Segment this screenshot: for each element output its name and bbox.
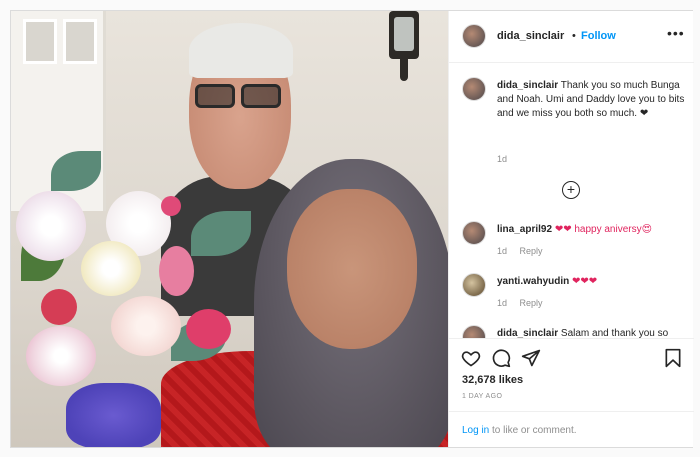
separator-dot: •: [572, 30, 576, 42]
photo-lamp: [381, 11, 427, 83]
bookmark-icon[interactable]: [663, 348, 683, 368]
caption-avatar[interactable]: [462, 77, 486, 101]
comment-username[interactable]: lina_april92: [497, 224, 552, 235]
login-prompt: Log in to like or comment.: [449, 411, 694, 449]
comment-username[interactable]: dida_sinclair: [497, 328, 558, 338]
comment-icon[interactable]: [491, 348, 511, 368]
list-item: lina_april92 ❤❤ happy aniversy😍 1d Reply: [462, 221, 687, 261]
author-avatar[interactable]: [462, 24, 486, 48]
post-frame: dida_sinclair • Follow ••• dida_sinclair…: [10, 10, 694, 448]
list-item: dida_sinclair Salam and thank you so muc…: [462, 325, 687, 338]
more-options-icon[interactable]: •••: [667, 25, 685, 41]
load-more-icon[interactable]: +: [562, 181, 580, 199]
list-item: yanti.wahyudin ❤❤❤ 1d Reply: [462, 273, 687, 313]
post-sidebar: dida_sinclair • Follow ••• dida_sinclair…: [448, 11, 694, 448]
comment-text: ❤❤ happy aniversy😍: [554, 224, 653, 235]
heart-icon[interactable]: [461, 348, 481, 368]
comment-time: 1d: [497, 246, 508, 256]
post-photo[interactable]: [11, 11, 448, 447]
likes-count[interactable]: 32,678 likes: [462, 374, 523, 386]
commenter-avatar[interactable]: [462, 273, 486, 297]
share-icon[interactable]: [521, 348, 541, 368]
comment-text: ❤❤❤: [572, 276, 598, 287]
reply-button[interactable]: Reply: [520, 246, 543, 256]
commenter-avatar[interactable]: [462, 221, 486, 245]
photo-bouquet: [11, 151, 311, 447]
author-username[interactable]: dida_sinclair: [497, 30, 564, 42]
caption: dida_sinclair Thank you so much Bunga an…: [462, 77, 687, 164]
login-suffix: to like or comment.: [489, 425, 577, 436]
reply-button[interactable]: Reply: [520, 298, 543, 308]
comment-username[interactable]: yanti.wahyudin: [497, 276, 569, 287]
comments-list: dida_sinclair Thank you so much Bunga an…: [449, 63, 694, 338]
commenter-avatar[interactable]: [462, 325, 486, 338]
post-timestamp: 1 DAY AGO: [462, 393, 503, 400]
comment-time: 1d: [497, 298, 508, 308]
caption-time: 1d: [497, 154, 508, 164]
post-actions: 32,678 likes 1 DAY AGO Log in to like or…: [449, 338, 694, 448]
caption-username[interactable]: dida_sinclair: [497, 80, 558, 91]
login-link[interactable]: Log in: [462, 425, 489, 436]
post-header: dida_sinclair • Follow •••: [449, 11, 694, 63]
follow-button[interactable]: Follow: [581, 30, 616, 42]
